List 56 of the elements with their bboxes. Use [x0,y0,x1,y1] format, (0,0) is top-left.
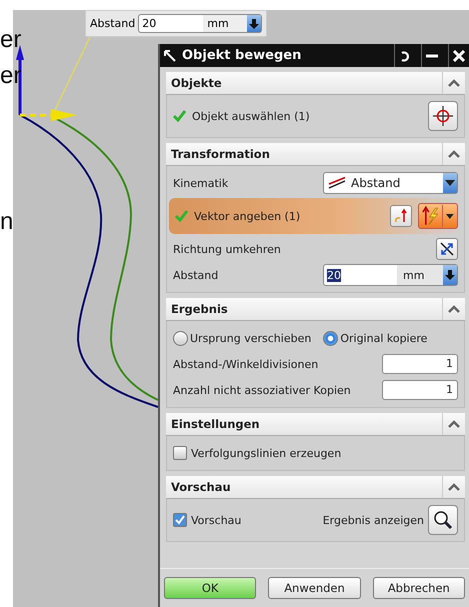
section-title[interactable]: Objekte [166,76,442,90]
dialog-button[interactable]: Abbrechen [372,577,465,599]
collapse-icon[interactable] [448,420,460,428]
dialog-button[interactable]: Anwenden [268,577,361,599]
field-label: Anzahl nicht assoziativer Kopien [173,384,352,396]
direction-vector [20,109,77,121]
section-title[interactable]: Ergebnis [166,302,442,316]
checkbox[interactable] [173,513,187,527]
field-label: Kinematik [173,176,230,190]
caret-icon [445,180,455,186]
radio-button[interactable] [173,330,188,346]
search-icon [433,510,453,530]
vector-arrow-icon [393,208,409,224]
collapse-icon[interactable] [448,150,460,158]
checkbox-tick-icon [175,515,185,525]
checkbox-label[interactable]: Vorschau [191,514,319,526]
section-title[interactable]: Transformation [166,147,442,161]
field-label: Abstand-/Winkeldivisionen [173,358,320,370]
selection-step[interactable]: Objekt auswählen (1) [192,110,310,122]
section-title[interactable]: Einstellungen [166,417,442,431]
distance-lines-icon [328,177,346,189]
ok-button[interactable]: OK [164,577,256,599]
checkbox[interactable] [173,446,187,460]
down-arrow-icon [249,18,260,28]
section-title[interactable]: Vorschau [166,480,442,494]
radio-button[interactable] [323,330,338,346]
vector-type-button[interactable] [418,203,458,229]
slide-text: er [0,28,22,52]
radio-option[interactable]: Ursprung verschieben [173,330,312,346]
crosshair-icon [433,106,453,126]
field-label: Abstand [90,17,136,30]
close-icon [453,50,465,62]
down-arrow-icon [445,270,455,280]
search-button[interactable] [428,505,458,535]
radio-option[interactable]: Original kopiere [323,330,428,346]
number-field[interactable]: 1 [382,354,458,374]
reverse-arrows-icon [439,241,455,257]
distance-field[interactable]: 20 mm [323,264,458,286]
crosshair-button[interactable] [428,101,458,131]
vector-dialog-button[interactable] [390,205,412,227]
collapse-icon[interactable] [448,483,460,491]
collapse-icon[interactable] [448,305,460,313]
collapse-icon[interactable] [448,79,460,87]
field-label: Ergebnis anzeigen [322,514,424,526]
reverse-direction-button[interactable] [436,238,458,260]
selection-step[interactable]: Vektor angeben (1) [194,210,300,222]
reset-icon [399,50,411,62]
checkbox-label[interactable]: Verfolgungslinien erzeugen [191,446,342,460]
minimize-icon [426,54,438,58]
window-title: Objekt bewegen [182,48,302,63]
distance-field[interactable]: 20 mm [138,14,262,33]
field-label: Richtung umkehren [173,242,282,256]
number-field[interactable]: 1 [382,380,458,400]
field-label: Abstand [173,268,220,282]
kinematics-dropdown[interactable]: Abstand [323,172,458,194]
slide-text: n [0,210,14,234]
